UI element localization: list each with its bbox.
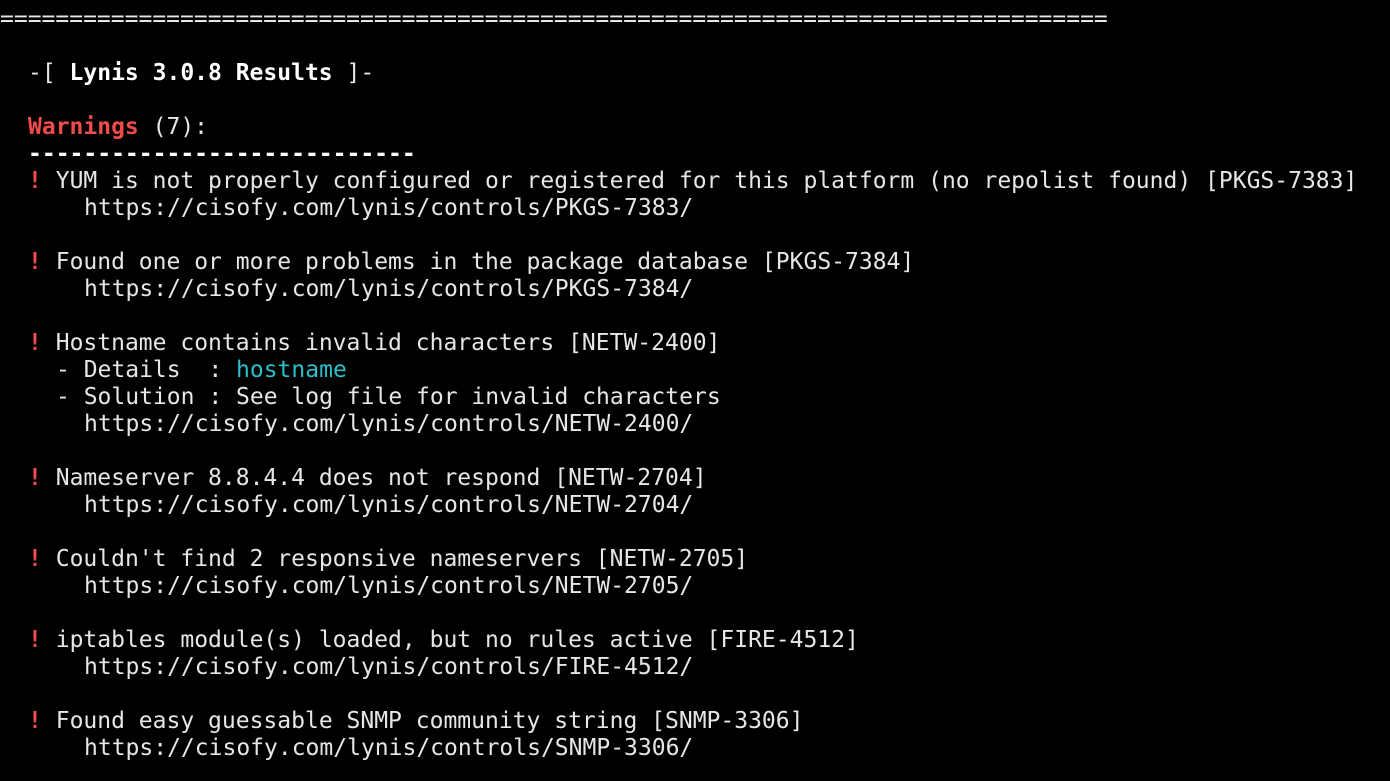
warning-text: iptables module(s) loaded, but no rules … xyxy=(55,627,859,653)
warning-marker-icon: ! xyxy=(28,249,42,275)
warning-marker-icon: ! xyxy=(28,546,42,572)
warning-text: Found one or more problems in the packag… xyxy=(55,249,915,275)
results-title: Lynis 3.0.8 Results xyxy=(69,60,333,86)
header-suffix: ]- xyxy=(332,60,375,86)
warning-item: ! Couldn't find 2 responsive nameservers… xyxy=(0,546,1390,573)
warning-solution: - Solution : See log file for invalid ch… xyxy=(0,384,1390,411)
warning-marker-icon: ! xyxy=(28,330,42,356)
warning-marker-icon: ! xyxy=(28,168,42,194)
warnings-underline: ---------------------------- xyxy=(28,141,416,167)
warning-url-link[interactable]: https://cisofy.com/lynis/controls/FIRE-4… xyxy=(0,654,1390,681)
warning-url-link[interactable]: https://cisofy.com/lynis/controls/PKGS-7… xyxy=(0,276,1390,303)
warning-marker-icon: ! xyxy=(28,627,42,653)
warning-url-link[interactable]: https://cisofy.com/lynis/controls/SNMP-3… xyxy=(0,735,1390,762)
warning-url-link[interactable]: https://cisofy.com/lynis/controls/NETW-2… xyxy=(0,573,1390,600)
warning-marker-icon: ! xyxy=(28,708,42,734)
warning-item: ! iptables module(s) loaded, but no rule… xyxy=(0,627,1390,654)
warnings-label: Warnings xyxy=(28,114,139,140)
details-label: - Details : xyxy=(56,357,237,383)
warnings-heading: Warnings (7): xyxy=(0,114,1390,141)
warning-text: Hostname contains invalid characters [NE… xyxy=(55,330,721,356)
warning-text: YUM is not properly configured or regist… xyxy=(55,168,1358,194)
solution-label: - Solution : xyxy=(56,384,237,410)
results-header: -[ Lynis 3.0.8 Results ]- xyxy=(0,60,1390,87)
warning-item: ! Hostname contains invalid characters [… xyxy=(0,330,1390,357)
warnings-count: (7): xyxy=(138,114,209,140)
warning-url-link[interactable]: https://cisofy.com/lynis/controls/PKGS-7… xyxy=(0,195,1390,222)
warning-item: ! Found easy guessable SNMP community st… xyxy=(0,708,1390,735)
warning-item: ! YUM is not properly configured or regi… xyxy=(0,168,1390,195)
warning-url-link[interactable]: https://cisofy.com/lynis/controls/NETW-2… xyxy=(0,411,1390,438)
warning-details: - Details : hostname xyxy=(0,357,1390,384)
header-prefix: -[ xyxy=(28,60,70,86)
warning-item: ! Nameserver 8.8.4.4 does not respond [N… xyxy=(0,465,1390,492)
warning-text: Couldn't find 2 responsive nameservers [… xyxy=(55,546,749,572)
details-value: hostname xyxy=(236,357,347,383)
warning-url-link[interactable]: https://cisofy.com/lynis/controls/NETW-2… xyxy=(0,492,1390,519)
warning-text: Nameserver 8.8.4.4 does not respond [NET… xyxy=(55,465,707,491)
terminal-window[interactable]: ========================================… xyxy=(0,0,1390,781)
warning-item: ! Found one or more problems in the pack… xyxy=(0,249,1390,276)
warning-marker-icon: ! xyxy=(28,465,42,491)
warning-text: Found easy guessable SNMP community stri… xyxy=(55,708,804,734)
solution-value: See log file for invalid characters xyxy=(236,384,721,410)
separator-line: ========================================… xyxy=(0,6,1108,32)
